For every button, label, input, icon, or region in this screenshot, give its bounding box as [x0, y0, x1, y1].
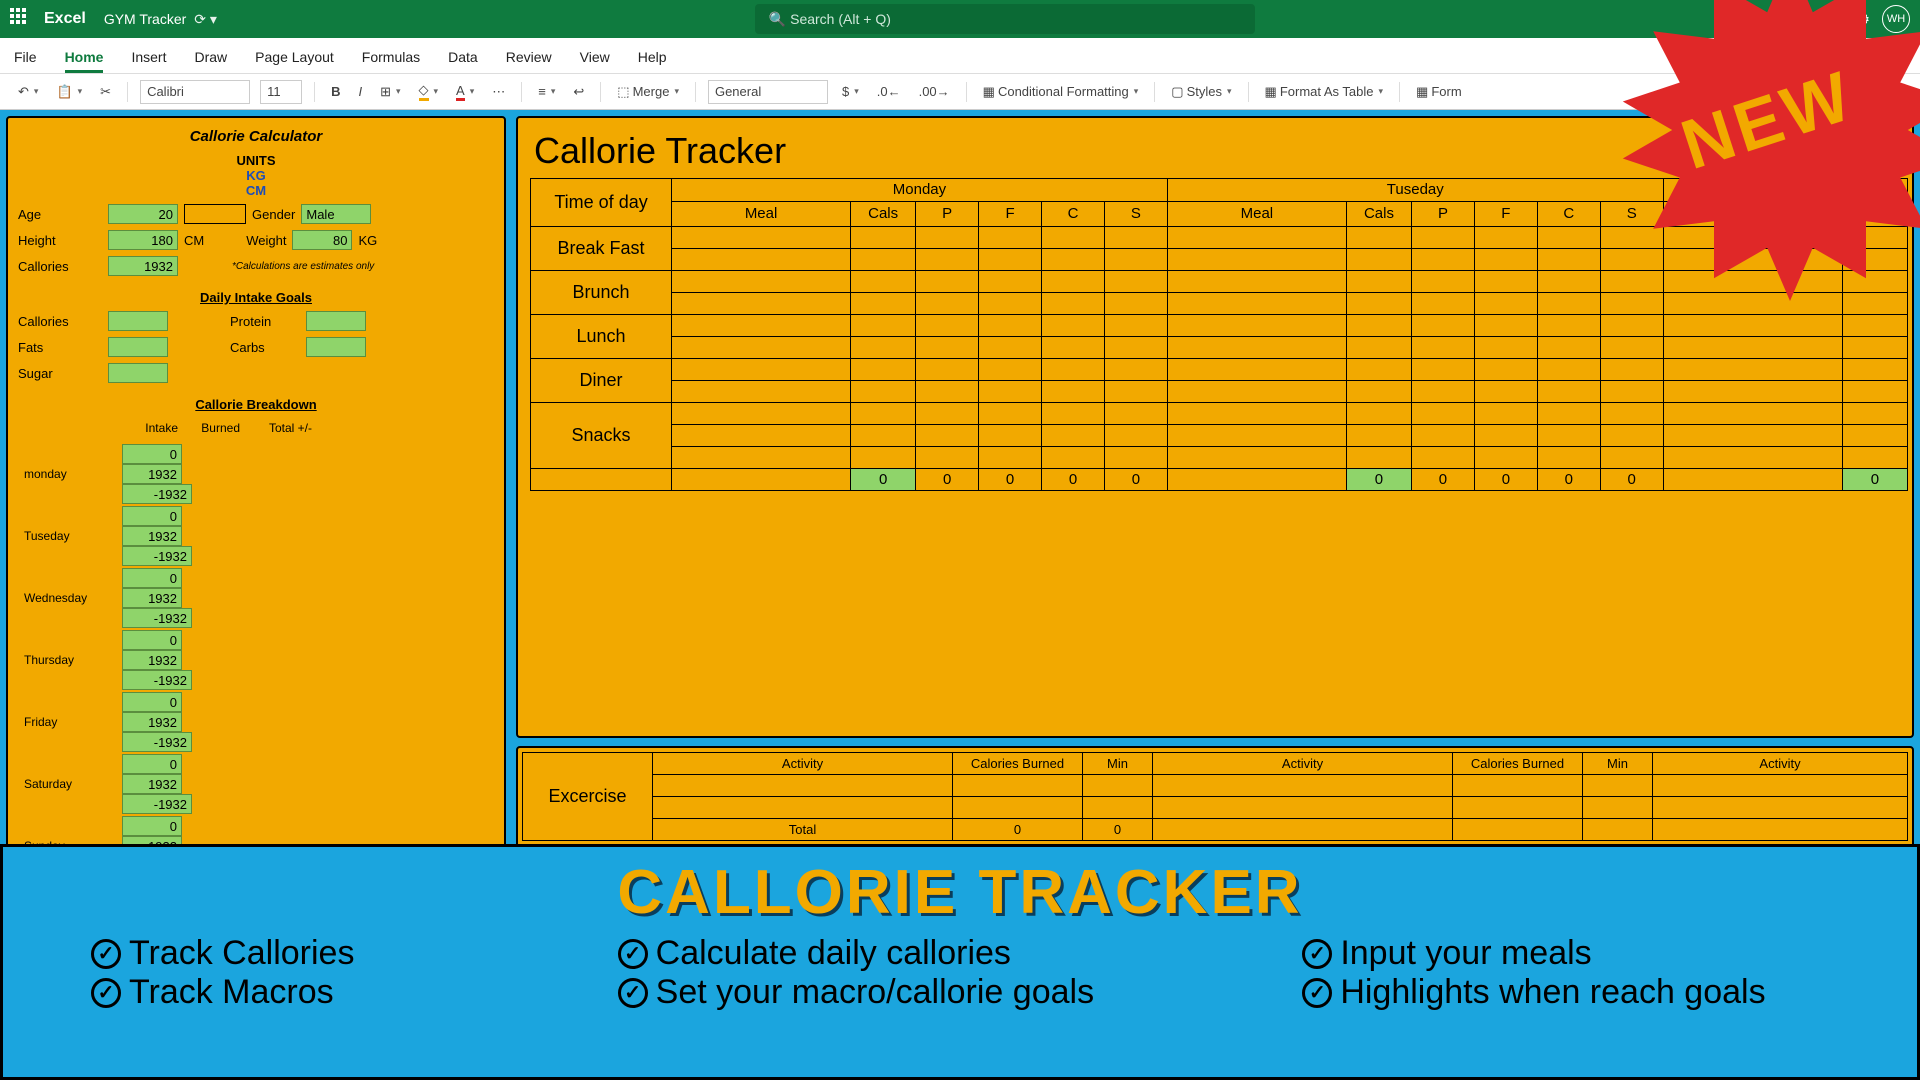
fill-color-button[interactable]: ◇: [415, 80, 443, 103]
breakdown-rows: monday01932-1932Tuseday01932-1932Wednesd…: [18, 442, 328, 896]
app-name: Excel: [44, 10, 86, 28]
footer-item: ✓Track Callories: [91, 934, 618, 973]
save-state-icon[interactable]: ⟳ ▾: [194, 11, 217, 28]
weight-label: Weight: [246, 233, 286, 248]
menu-draw[interactable]: Draw: [194, 49, 227, 73]
goal-pro-label: Protein: [230, 314, 300, 329]
calories-label: Callories: [18, 259, 102, 274]
styles-button[interactable]: ▢ Styles: [1167, 82, 1235, 102]
goal-cal-label: Callories: [18, 314, 102, 329]
menu-home[interactable]: Home: [65, 49, 104, 73]
menu-review[interactable]: Review: [506, 49, 552, 73]
merge-button[interactable]: ⬚ Merge: [613, 82, 683, 102]
tracker-title: Callorie Tracker: [530, 130, 1908, 172]
menu-page-layout[interactable]: Page Layout: [255, 49, 334, 73]
font-size-select[interactable]: 11: [260, 80, 302, 104]
weight-input[interactable]: 80: [292, 230, 352, 250]
undo-button[interactable]: ↶: [14, 82, 42, 102]
breakdown-header: Callorie Breakdown: [18, 397, 494, 412]
format-painter-button[interactable]: ✂: [96, 82, 115, 102]
menu-formulas[interactable]: Formulas: [362, 49, 420, 73]
conditional-format-button[interactable]: ▦ Conditional Formatting: [979, 82, 1143, 102]
goal-pro-input[interactable]: [306, 311, 366, 331]
height-label: Height: [18, 233, 102, 248]
tracker-grid[interactable]: Time of day Monday Tuseday Wed MealCalsP…: [530, 178, 1908, 491]
age-extra-cell[interactable]: [184, 204, 246, 224]
align-button[interactable]: ≡: [534, 82, 559, 101]
font-select[interactable]: Calibri: [140, 80, 250, 104]
app-launcher-icon[interactable]: [10, 8, 32, 30]
number-format-select[interactable]: General: [708, 80, 828, 104]
titlebar: Excel GYM Tracker ⟳ ▾ 🔍 Search (Alt + Q)…: [0, 0, 1920, 38]
col-time-of-day: Time of day: [531, 179, 672, 227]
bold-button[interactable]: B: [327, 82, 344, 101]
calorie-calculator-panel: Callorie Calculator UNITS KG CM Age 20 G…: [6, 116, 506, 876]
italic-button[interactable]: I: [354, 82, 366, 101]
goal-carb-label: Carbs: [230, 340, 300, 355]
breakdown-table: IntakeBurnedTotal +/-: [18, 418, 318, 438]
avatar[interactable]: WH: [1882, 5, 1910, 33]
promo-footer: CALLORIE TRACKER ✓Track Callories✓Calcul…: [0, 844, 1920, 1080]
menu-file[interactable]: File: [14, 49, 37, 73]
exercise-label: Excercise: [523, 753, 653, 841]
exercise-grid[interactable]: Excercise ActivityCalories BurnedMin Act…: [522, 752, 1908, 841]
age-label: Age: [18, 207, 102, 222]
footer-title: CALLORIE TRACKER: [31, 857, 1889, 928]
toolbar: ↶ 📋 ✂ Calibri 11 B I ⊞ ◇ A ⋯ ≡ ↩ ⬚ Merge…: [0, 74, 1920, 110]
product-label: 365: [1822, 11, 1845, 27]
menu-bar: File Home Insert Draw Page Layout Formul…: [0, 38, 1920, 74]
paste-button[interactable]: 📋: [52, 82, 86, 102]
kg-link[interactable]: KG: [18, 168, 494, 183]
age-input[interactable]: 20: [108, 204, 178, 224]
height-input[interactable]: 180: [108, 230, 178, 250]
units-label: UNITS: [18, 153, 494, 168]
border-button[interactable]: ⊞: [376, 82, 404, 102]
decimal-dec-button[interactable]: .0←: [873, 82, 905, 101]
calc-title: Callorie Calculator: [18, 128, 494, 145]
menu-help[interactable]: Help: [638, 49, 667, 73]
height-unit: CM: [184, 233, 204, 248]
day-monday: Monday: [672, 179, 1168, 202]
more-formatting-button[interactable]: ⋯: [488, 82, 509, 102]
goals-header: Daily Intake Goals: [18, 290, 494, 305]
format-button[interactable]: ▦ Form: [1412, 82, 1466, 102]
goal-sug-input[interactable]: [108, 363, 168, 383]
goal-fat-label: Fats: [18, 340, 102, 355]
footer-item: ✓Input your meals: [1302, 934, 1829, 973]
weight-unit: KG: [358, 233, 377, 248]
goal-sug-label: Sugar: [18, 366, 102, 381]
premium-icon[interactable]: 💎: [1793, 11, 1810, 28]
decimal-inc-button[interactable]: .00→: [915, 82, 954, 101]
day-wednesday: Wed: [1663, 179, 1907, 202]
goal-cal-input[interactable]: [108, 311, 168, 331]
wrap-text-button[interactable]: ↩: [569, 82, 588, 102]
search-placeholder: Search (Alt + Q): [790, 11, 891, 27]
settings-icon[interactable]: ⚙: [1857, 11, 1870, 28]
footer-item: ✓Highlights when reach goals: [1302, 973, 1829, 1012]
footer-item: ✓Calculate daily callories: [618, 934, 1303, 973]
menu-view[interactable]: View: [580, 49, 610, 73]
calories-value: 1932: [108, 256, 178, 276]
share-button[interactable]: Share ▾: [1833, 45, 1906, 69]
document-name[interactable]: GYM Tracker: [104, 11, 186, 27]
currency-button[interactable]: $: [838, 82, 863, 101]
gender-label: Gender: [252, 207, 295, 222]
search-input[interactable]: 🔍 Search (Alt + Q): [755, 4, 1255, 34]
footer-item: ✓Set your macro/callorie goals: [618, 973, 1303, 1012]
font-color-button[interactable]: A: [452, 81, 478, 103]
day-tuesday: Tuseday: [1167, 179, 1663, 202]
menu-data[interactable]: Data: [448, 49, 478, 73]
calc-note: *Calculations are estimates only: [232, 261, 374, 272]
format-table-button[interactable]: ▦ Format As Table: [1261, 82, 1388, 102]
goal-fat-input[interactable]: [108, 337, 168, 357]
goal-carb-input[interactable]: [306, 337, 366, 357]
footer-item: ✓Track Macros: [91, 973, 618, 1012]
cm-link[interactable]: CM: [18, 183, 494, 198]
sheet-area: Callorie Calculator UNITS KG CM Age 20 G…: [0, 110, 1920, 882]
tracker-panel: Callorie Tracker Time of day Monday Tuse…: [516, 116, 1914, 738]
menu-insert[interactable]: Insert: [131, 49, 166, 73]
gender-input[interactable]: Male: [301, 204, 371, 224]
